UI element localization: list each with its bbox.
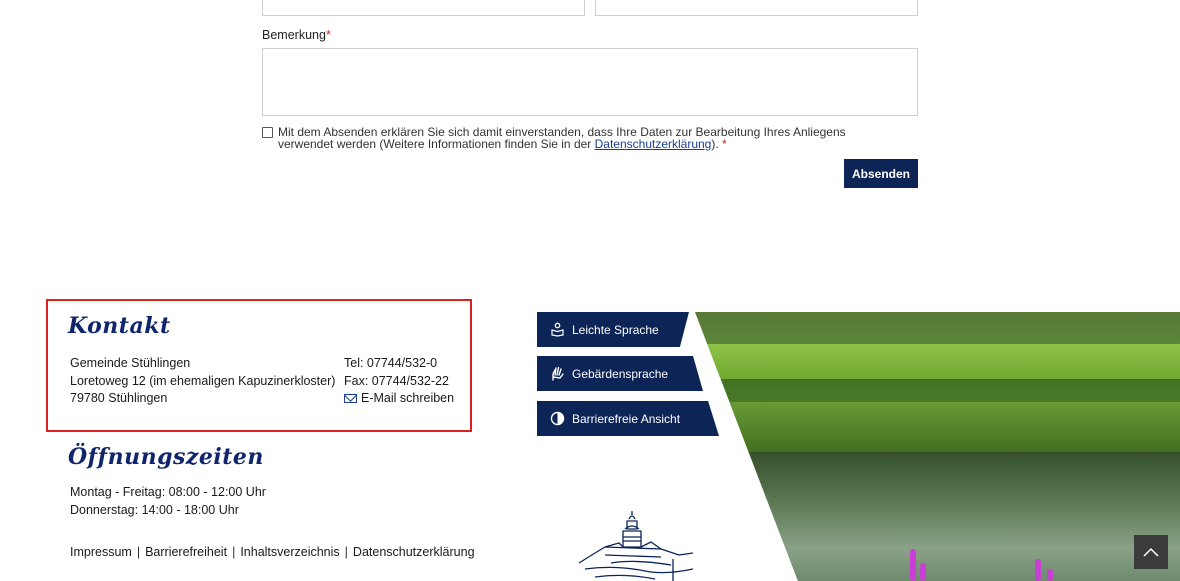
consent-checkbox[interactable] [262, 127, 273, 138]
easy-language-icon [549, 322, 565, 338]
hours-line: Donnerstag: 14:00 - 18:00 Uhr [70, 502, 239, 517]
contact-phone-block: Tel: 07744/532-0 Fax: 07744/532-22 E-Mai… [344, 355, 454, 408]
castle-logo-icon [578, 511, 694, 581]
phone-number[interactable]: Tel: 07744/532-0 [344, 355, 454, 373]
sign-language-icon [549, 366, 565, 382]
footer-link-impressum[interactable]: Impressum [70, 545, 132, 559]
remark-textarea[interactable] [262, 48, 918, 116]
footer-links: Impressum | Barrierefreiheit | Inhaltsverz… [70, 545, 475, 559]
address-line: Loretoweg 12 (im ehemaligen Kapuzinerklo… [70, 373, 336, 388]
accessible-view-button[interactable]: Barrierefreie Ansicht [537, 401, 719, 436]
easy-language-button[interactable]: Leichte Sprache [537, 312, 689, 347]
contact-address: Gemeinde Stühlingen Loretoweg 12 (im ehe… [70, 355, 335, 408]
consent-text-after: ). [711, 137, 719, 151]
privacy-policy-link[interactable]: Datenschutzerklärung [595, 137, 712, 151]
remark-label-text: Bemerkung [262, 28, 326, 42]
address-line: Gemeinde Stühlingen [70, 356, 191, 370]
remark-label: Bemerkung* [262, 28, 331, 42]
contrast-icon [549, 411, 565, 427]
form-field-left[interactable] [262, 0, 585, 16]
email-link-label[interactable]: E-Mail schreiben [361, 390, 454, 408]
chevron-up-icon [1143, 547, 1159, 557]
landscape-photo [695, 312, 1180, 581]
form-field-right[interactable] [595, 0, 918, 16]
scroll-to-top-button[interactable] [1134, 535, 1168, 569]
consent-row: Mit dem Absenden erklären Sie sich damit… [262, 126, 902, 150]
hours-line: Montag - Freitag: 08:00 - 12:00 Uhr [70, 485, 266, 499]
footer-link-datenschutz[interactable]: Datenschutzerklärung [353, 545, 475, 559]
required-mark: * [722, 137, 727, 151]
easy-language-label: Leichte Sprache [572, 322, 659, 337]
required-mark: * [325, 28, 331, 42]
footer-link-inhaltsverzeichnis[interactable]: Inhaltsverzeichnis [240, 545, 339, 559]
submit-button[interactable]: Absenden [844, 159, 918, 188]
accessible-view-label: Barrierefreie Ansicht [572, 411, 681, 426]
opening-hours-heading: Öffnungszeiten [68, 444, 264, 470]
opening-hours: Montag - Freitag: 08:00 - 12:00 Uhr Donn… [70, 484, 266, 519]
address-line: 79780 Stühlingen [70, 391, 168, 405]
footer-link-barrierefreiheit[interactable]: Barrierefreiheit [145, 545, 227, 559]
consent-text: Mit dem Absenden erklären Sie sich damit… [278, 126, 902, 150]
fax-number: Fax: 07744/532-22 [344, 373, 449, 388]
contact-heading: Kontakt [68, 313, 171, 339]
sign-language-button[interactable]: Gebärdensprache [537, 356, 703, 391]
email-link[interactable]: E-Mail schreiben [344, 390, 454, 408]
sign-language-label: Gebärdensprache [572, 366, 669, 381]
consent-text-before: Mit dem Absenden erklären Sie sich damit… [278, 125, 846, 151]
mail-icon [344, 394, 357, 404]
